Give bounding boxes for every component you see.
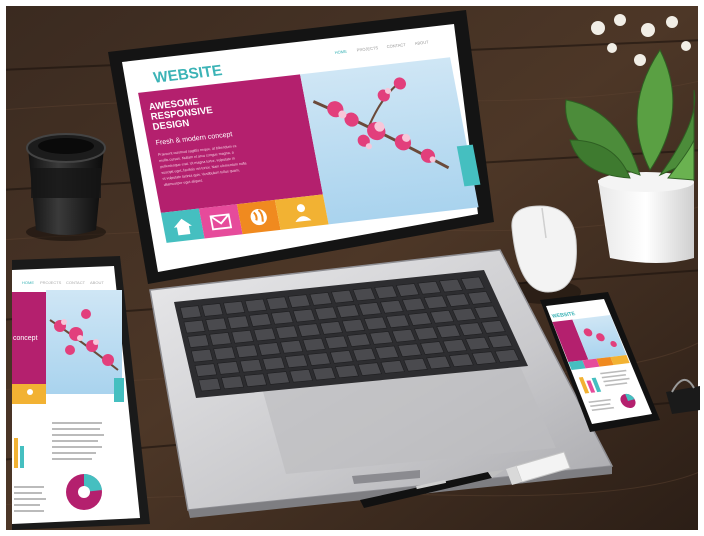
keyboard-key bbox=[179, 305, 202, 319]
keyboard-key bbox=[266, 371, 290, 385]
keyboard-key bbox=[284, 354, 309, 369]
keyboard-key bbox=[287, 294, 311, 308]
keyboard-key bbox=[341, 318, 366, 333]
keyboard-key bbox=[257, 342, 281, 356]
tablet-nav-home[interactable]: HOME bbox=[22, 280, 34, 285]
keyboard-key bbox=[403, 357, 428, 372]
product-photo-scene: WEBSITE HOME PROJECTS CONTACT ABOUT AWES… bbox=[0, 0, 704, 536]
keyboard-key bbox=[249, 313, 272, 327]
keyboard-key bbox=[231, 329, 254, 344]
keyboard-key bbox=[194, 363, 218, 377]
tablet-nav-about[interactable]: ABOUT bbox=[90, 280, 104, 285]
tablet-hero-photo bbox=[46, 290, 122, 394]
keyboard-key bbox=[352, 347, 377, 362]
keyboard-key bbox=[357, 362, 382, 376]
tablet-tagline-fragment: concept bbox=[13, 335, 38, 342]
keyboard-key bbox=[331, 289, 355, 304]
keyboard-key bbox=[302, 337, 326, 352]
keyboard-key bbox=[319, 321, 343, 335]
keyboard-key bbox=[190, 348, 214, 363]
keyboard-key bbox=[280, 340, 304, 354]
keyboard-key bbox=[314, 306, 338, 321]
keyboard-key bbox=[352, 287, 376, 302]
keyboard-key bbox=[324, 335, 349, 350]
keyboard-key bbox=[307, 352, 331, 366]
tablet-user-icon bbox=[27, 389, 33, 395]
keyboard-key bbox=[213, 346, 236, 361]
coffee-cup bbox=[26, 133, 106, 241]
keyboard-key bbox=[292, 308, 316, 323]
tablet-pie-chart bbox=[66, 473, 102, 510]
tablet-teal-tile bbox=[114, 378, 124, 402]
keyboard-key bbox=[183, 319, 206, 334]
laptop-hero-photo bbox=[300, 57, 479, 225]
keyboard-key bbox=[380, 360, 405, 374]
tablet-nav-contact[interactable]: CONTACT bbox=[66, 280, 86, 285]
keyboard-key bbox=[397, 343, 422, 357]
keyboard-key bbox=[369, 331, 394, 345]
keyboard-key bbox=[336, 304, 360, 318]
keyboard-key bbox=[297, 323, 321, 337]
keyboard-key bbox=[235, 344, 259, 358]
keyboard-key bbox=[275, 325, 299, 340]
keyboard-key bbox=[198, 377, 221, 392]
keyboard-key bbox=[374, 345, 400, 360]
keyboard-key bbox=[217, 361, 240, 375]
keyboard-key bbox=[329, 350, 354, 364]
tablet-nav-projects[interactable]: PROJECTS bbox=[40, 280, 62, 285]
keyboard-key bbox=[358, 302, 382, 316]
keyboard-key bbox=[363, 316, 388, 331]
keyboard-key bbox=[221, 375, 244, 390]
scene-svg: WEBSITE HOME PROJECTS CONTACT ABOUT AWES… bbox=[0, 0, 704, 536]
keyboard-key bbox=[244, 298, 267, 313]
keyboard-key bbox=[266, 296, 289, 311]
keyboard-key bbox=[243, 373, 267, 387]
keyboard-key bbox=[239, 358, 263, 373]
keyboard-key bbox=[347, 333, 371, 347]
keyboard-key bbox=[312, 366, 336, 381]
keyboard-key bbox=[335, 364, 359, 379]
keyboard-key bbox=[223, 300, 246, 315]
keyboard-key bbox=[187, 334, 210, 348]
keyboard-key bbox=[209, 332, 232, 346]
keyboard-key bbox=[270, 311, 294, 325]
keyboard-key bbox=[289, 369, 313, 383]
keyboard-key bbox=[262, 356, 286, 371]
keyboard-key bbox=[201, 303, 224, 317]
keyboard-key bbox=[205, 317, 228, 332]
keyboard-key bbox=[309, 292, 333, 306]
keyboard-key bbox=[253, 327, 277, 342]
plant-pot bbox=[598, 172, 694, 263]
keyboard-key bbox=[391, 328, 416, 343]
laptop-mail-tile[interactable] bbox=[198, 204, 243, 239]
keyboard-key bbox=[227, 315, 250, 329]
